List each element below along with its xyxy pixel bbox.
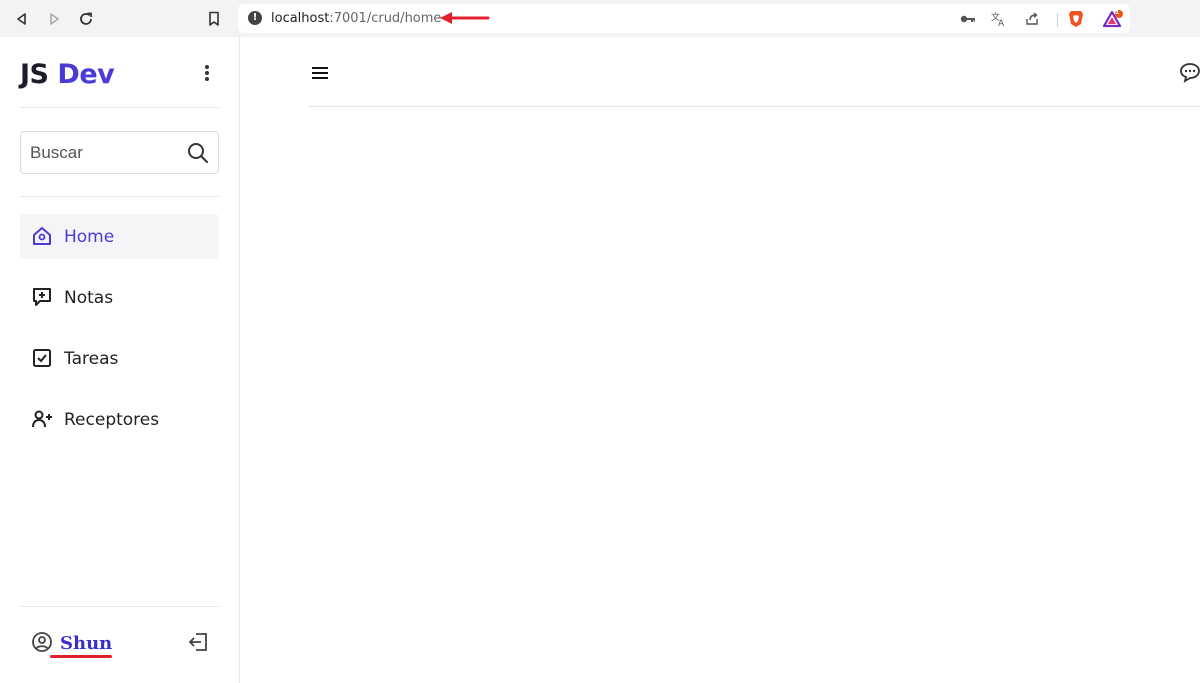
site-info-icon[interactable]: ! bbox=[248, 11, 262, 25]
back-icon[interactable] bbox=[11, 8, 33, 30]
app-logo[interactable]: JS Dev bbox=[20, 59, 115, 90]
sidebar-item-tareas[interactable]: Tareas bbox=[20, 336, 219, 381]
sidebar-item-label: Tareas bbox=[64, 349, 119, 369]
url-text[interactable]: localhost:7001/crud/home bbox=[271, 11, 441, 26]
sidebar-item-label: Notas bbox=[64, 288, 114, 308]
sidebar: JS Dev Home Notas Tareas bbox=[0, 37, 240, 683]
url-host: localhost bbox=[271, 11, 330, 26]
svg-text:A: A bbox=[998, 19, 1005, 27]
sidebar-item-notas[interactable]: Notas bbox=[20, 275, 219, 320]
home-icon bbox=[33, 227, 51, 245]
checkbox-icon bbox=[33, 349, 51, 367]
rewards-badge-count: 1 bbox=[1115, 9, 1120, 16]
brave-rewards-icon[interactable]: 1 bbox=[1102, 9, 1124, 28]
sidebar-item-home[interactable]: Home bbox=[20, 214, 219, 259]
search-input[interactable] bbox=[21, 132, 171, 173]
user-plus-icon bbox=[32, 410, 52, 428]
share-icon[interactable] bbox=[1023, 10, 1041, 28]
sidebar-divider bbox=[20, 107, 219, 108]
url-path: :7001/crud/home bbox=[329, 11, 442, 26]
browser-toolbar: ! localhost:7001/crud/home 文A 1 bbox=[0, 0, 1200, 37]
annotation-arrow bbox=[440, 12, 490, 24]
annotation-underline bbox=[50, 655, 112, 658]
logo-dev: Dev bbox=[57, 59, 115, 90]
main-content bbox=[241, 37, 1200, 683]
header-divider bbox=[308, 106, 1200, 107]
sidebar-item-label: Home bbox=[64, 227, 115, 247]
url-separator bbox=[1057, 13, 1058, 27]
logout-icon[interactable] bbox=[187, 631, 209, 653]
sidebar-item-label: Receptores bbox=[64, 410, 160, 430]
search-icon[interactable] bbox=[187, 142, 209, 164]
forward-icon[interactable] bbox=[43, 8, 65, 30]
chat-bubble-icon[interactable] bbox=[1179, 61, 1200, 83]
reload-icon[interactable] bbox=[75, 8, 97, 30]
brave-shield-icon[interactable] bbox=[1067, 10, 1085, 28]
key-icon[interactable] bbox=[959, 10, 977, 28]
logo-js: JS bbox=[20, 59, 49, 90]
address-bar[interactable]: ! localhost:7001/crud/home 文A 1 bbox=[238, 4, 1130, 33]
sidebar-divider bbox=[20, 606, 219, 607]
hamburger-icon[interactable] bbox=[312, 67, 328, 79]
sidebar-item-receptores[interactable]: Receptores bbox=[20, 397, 219, 442]
bookmark-icon[interactable] bbox=[203, 8, 225, 30]
translate-icon[interactable]: 文A bbox=[990, 10, 1008, 28]
more-options-icon[interactable] bbox=[198, 63, 216, 83]
search-box bbox=[20, 131, 219, 174]
user-name[interactable]: Shun bbox=[60, 633, 112, 654]
sidebar-divider bbox=[20, 196, 219, 197]
user-circle-icon bbox=[32, 632, 52, 652]
message-plus-icon bbox=[33, 288, 51, 306]
